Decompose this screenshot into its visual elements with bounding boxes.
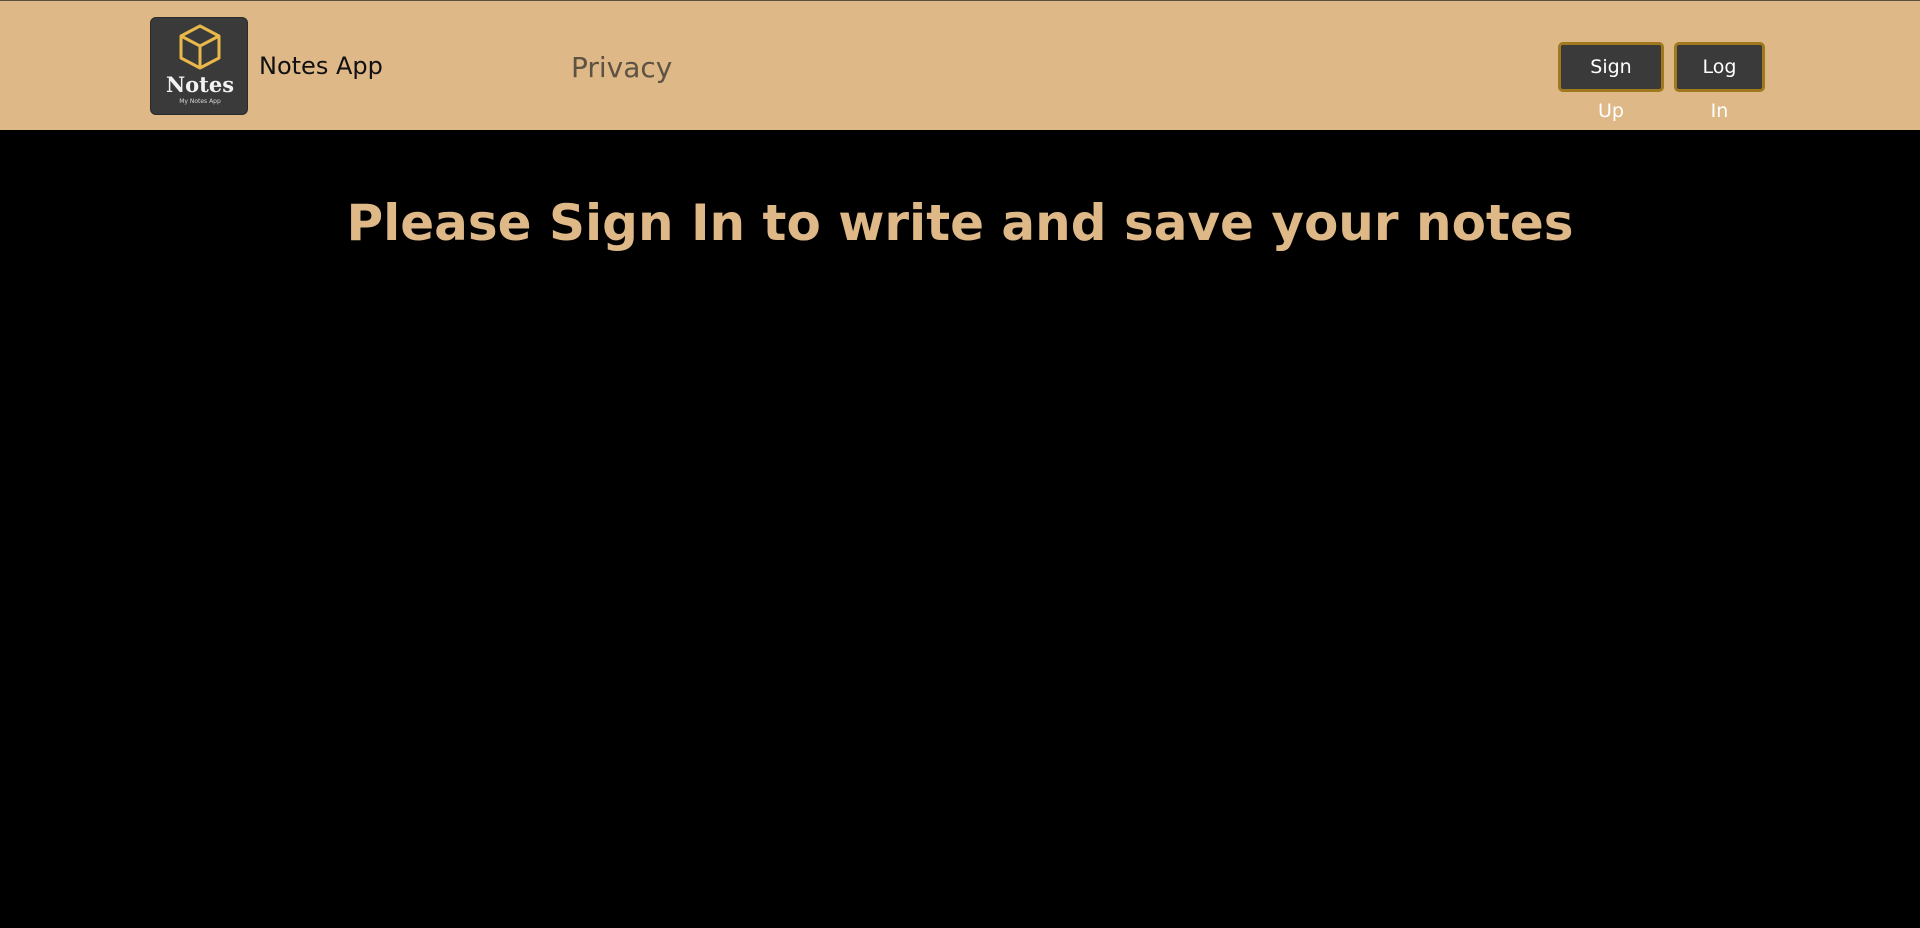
sign-up-button[interactable]: Sign Up	[1558, 42, 1664, 122]
logo-subtitle: My Notes App	[179, 98, 221, 105]
brand-link[interactable]: Notes My Notes App Notes App	[150, 17, 383, 115]
nav-link-privacy[interactable]: Privacy	[571, 51, 672, 85]
logo-title: Notes	[165, 72, 235, 97]
sign-in-prompt-heading: Please Sign In to write and save your no…	[346, 194, 1574, 252]
app-logo: Notes My Notes App	[150, 17, 248, 115]
cube-icon	[179, 24, 221, 70]
top-navbar: Notes My Notes App Notes App Privacy Sig…	[0, 0, 1920, 130]
brand-name[interactable]: Notes App	[259, 51, 383, 81]
log-in-button[interactable]: Log In	[1674, 42, 1765, 122]
